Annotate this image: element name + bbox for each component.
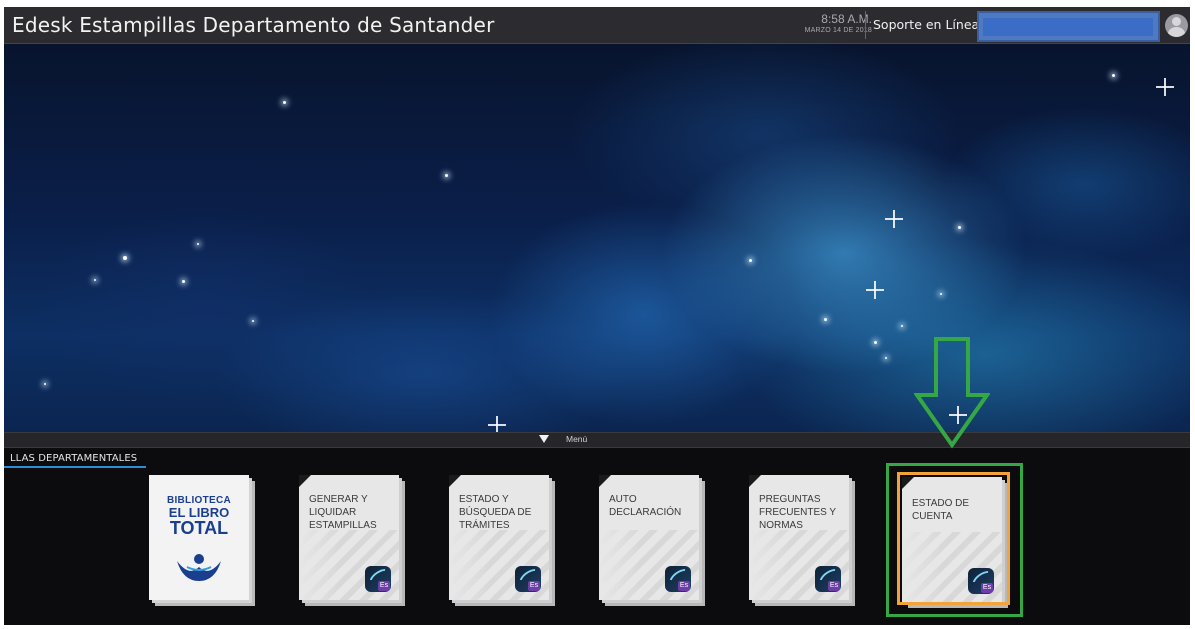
es-app-icon: Es xyxy=(665,566,691,592)
user-avatar-icon[interactable] xyxy=(1165,14,1188,37)
tile-auto-declaracion[interactable]: AUTO DECLARACIÓN Es xyxy=(599,475,699,600)
star xyxy=(44,383,46,385)
star xyxy=(901,325,903,327)
tile-label: ESTADO Y BÚSQUEDA DE TRÁMITES xyxy=(459,494,532,531)
tile-corner xyxy=(449,475,461,487)
menu-label: Menú xyxy=(566,434,588,444)
menu-toggle-bar[interactable]: Menú xyxy=(4,432,1190,448)
tile-estado-busqueda-tramites[interactable]: ESTADO Y BÚSQUEDA DE TRÁMITES Es xyxy=(449,475,549,600)
star xyxy=(182,280,185,283)
star xyxy=(94,279,96,281)
app-window: Edesk Estampillas Departamento de Santan… xyxy=(4,7,1190,625)
section-underline xyxy=(4,466,146,468)
star xyxy=(885,357,887,359)
section-title: LLAS DEPARTAMENTALES xyxy=(10,453,138,464)
star xyxy=(824,318,827,321)
tile-label: AUTO DECLARACIÓN xyxy=(609,494,682,518)
clock: 8:58 A.M. MARZO 14 DE 2018 xyxy=(805,13,872,36)
header-divider xyxy=(865,11,866,39)
star xyxy=(283,101,286,104)
star xyxy=(445,174,448,177)
bright-star xyxy=(1156,78,1174,96)
library-tile[interactable]: BIBLIOTECA EL LIBRO TOTAL xyxy=(149,475,249,600)
user-name-box[interactable] xyxy=(977,11,1160,42)
open-book-figure-icon xyxy=(177,554,221,581)
star xyxy=(123,256,127,260)
user-name xyxy=(983,18,1153,36)
avatar-head xyxy=(1172,17,1181,26)
tile-corner xyxy=(299,475,311,487)
es-app-icon: Es xyxy=(365,566,391,592)
bright-star xyxy=(488,416,506,432)
top-header: Edesk Estampillas Departamento de Santan… xyxy=(4,7,1190,44)
star xyxy=(749,259,752,262)
space-background-image xyxy=(4,44,1190,432)
annotation-highlight-box xyxy=(886,463,1023,617)
es-app-icon: Es xyxy=(815,566,841,592)
es-badge: Es xyxy=(378,581,390,591)
es-app-icon: Es xyxy=(515,566,541,592)
library-logo-line: TOTAL xyxy=(169,518,229,538)
star xyxy=(1112,74,1115,77)
avatar-body xyxy=(1168,27,1185,37)
star xyxy=(197,243,199,245)
app-title: Edesk Estampillas Departamento de Santan… xyxy=(12,13,495,37)
star xyxy=(874,341,877,344)
online-support-link[interactable]: Soporte en Línea xyxy=(873,17,979,32)
clock-time: 8:58 A.M. xyxy=(821,12,872,26)
tile-corner xyxy=(749,475,761,487)
down-arrow-annotation-icon xyxy=(914,337,990,449)
es-badge: Es xyxy=(528,581,540,591)
tile-preguntas-frecuentes-normas[interactable]: PREGUNTAS FRECUENTES Y NORMAS Es xyxy=(749,475,849,600)
star xyxy=(940,293,942,295)
es-badge: Es xyxy=(678,581,690,591)
bright-star xyxy=(885,210,903,228)
star xyxy=(958,226,961,229)
es-badge: Es xyxy=(828,581,840,591)
tile-label: GENERAR Y LIQUIDAR ESTAMPILLAS xyxy=(309,494,377,531)
tile-corner xyxy=(599,475,611,487)
triangle-down-icon xyxy=(539,435,549,443)
tile-label: PREGUNTAS FRECUENTES Y NORMAS xyxy=(759,494,836,531)
bright-star xyxy=(866,281,884,299)
clock-date: MARZO 14 DE 2018 xyxy=(804,27,872,34)
star xyxy=(252,320,254,322)
tile-generar-liquidar-estampillas[interactable]: GENERAR Y LIQUIDAR ESTAMPILLAS Es xyxy=(299,475,399,600)
